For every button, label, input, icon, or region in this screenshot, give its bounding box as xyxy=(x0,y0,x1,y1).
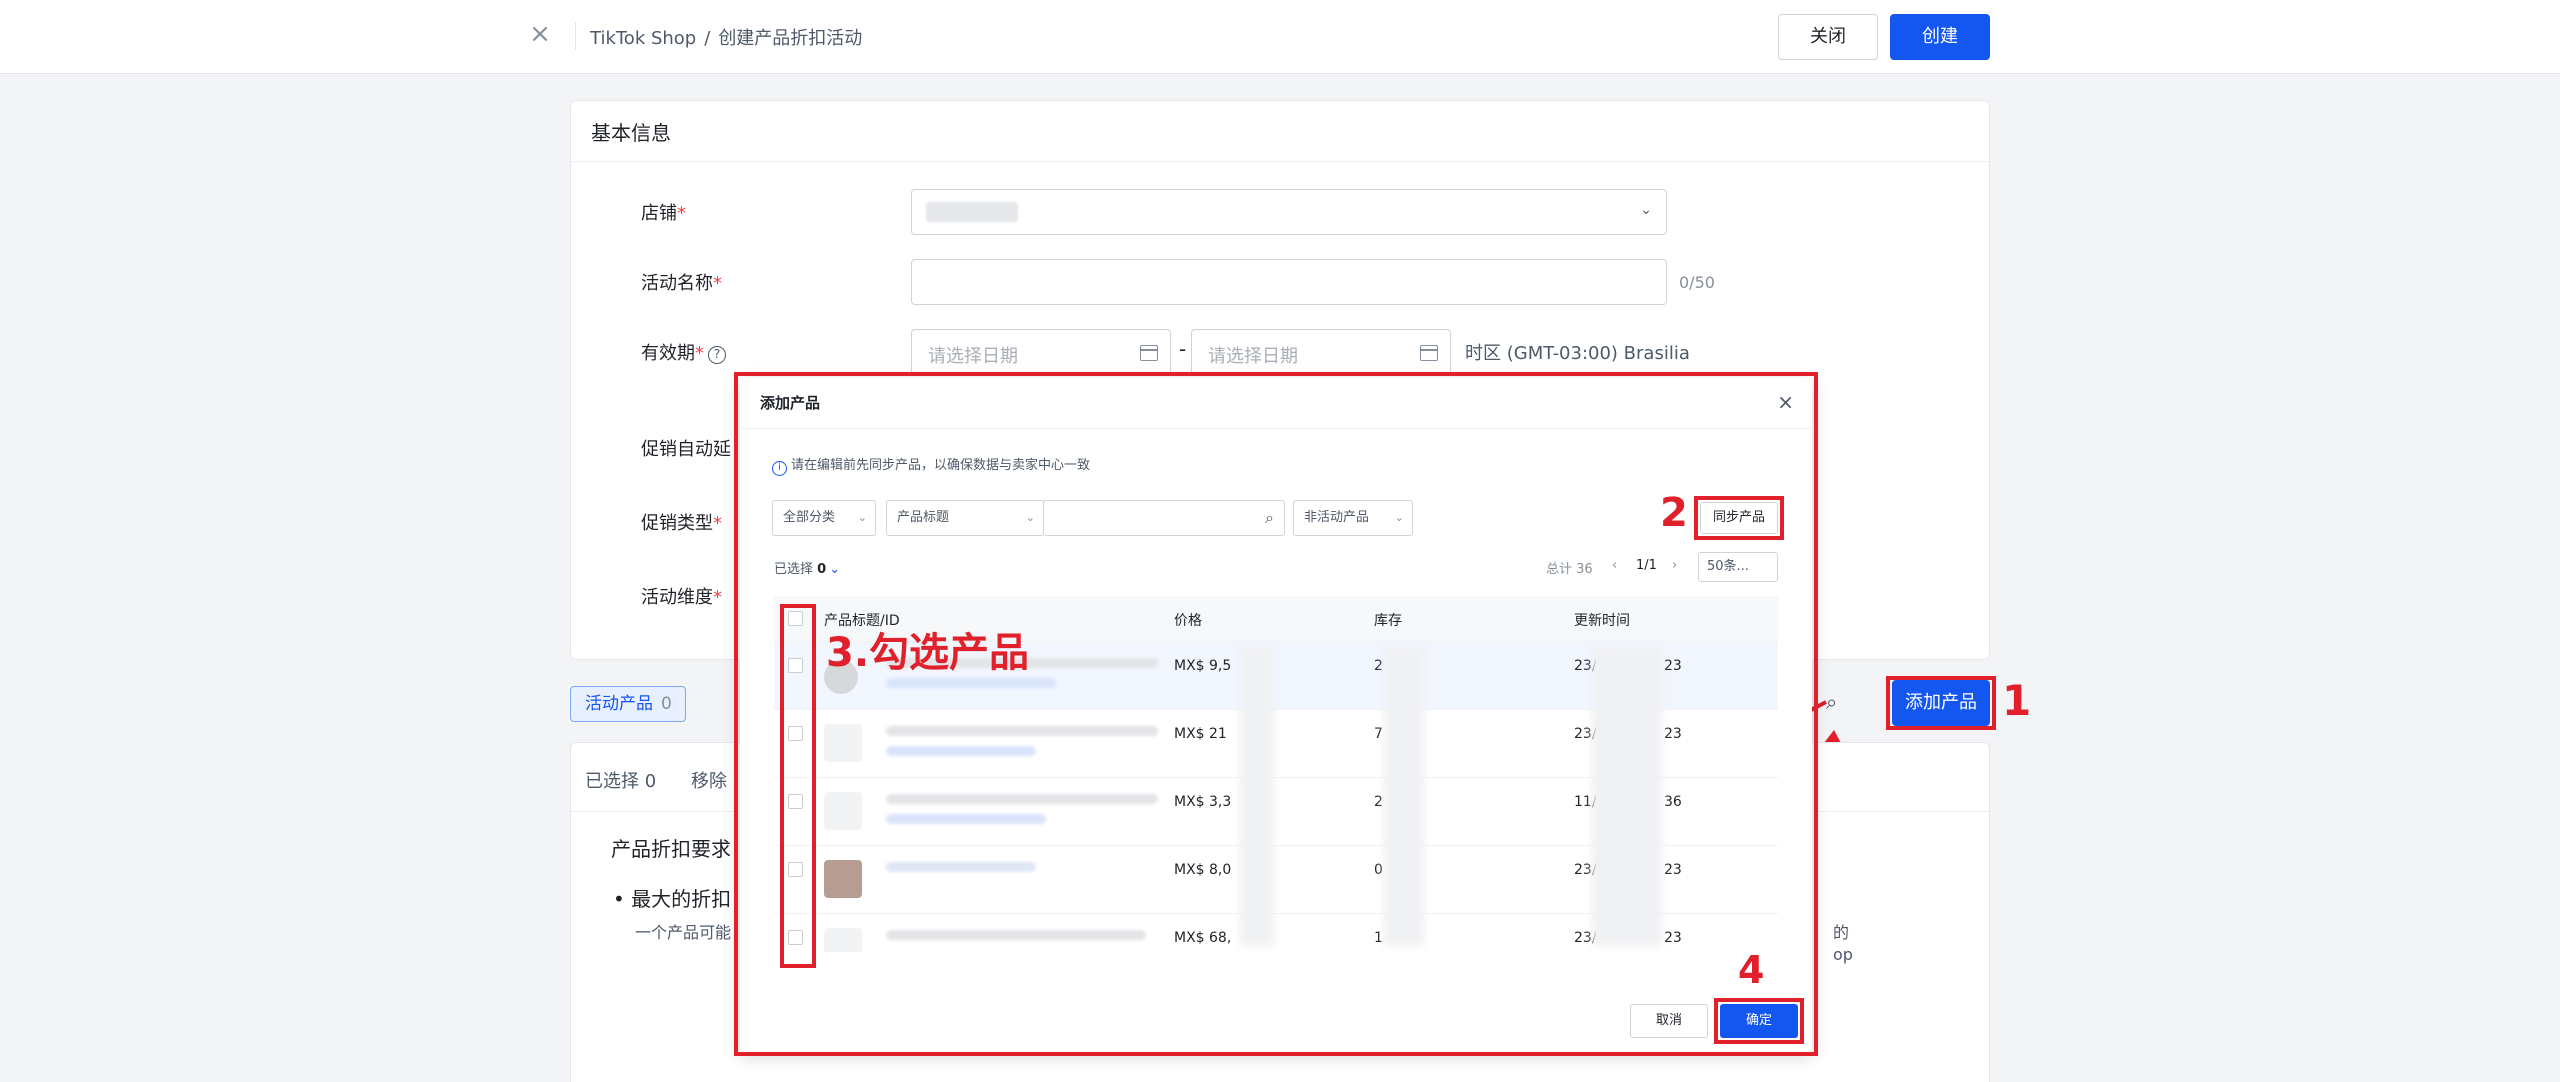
bullet-text: 最大的折扣 xyxy=(631,887,732,911)
chevron-down-icon: ⌄ xyxy=(1640,202,1652,218)
top-bar: × TikTok Shop / 创建产品折扣活动 关闭 创建 xyxy=(0,0,2560,74)
validity-label-text: 有效期 xyxy=(641,343,695,364)
close-button[interactable]: 关闭 xyxy=(1778,14,1878,60)
activity-name-label-text: 活动名称 xyxy=(641,273,713,294)
breadcrumb-current: 创建产品折扣活动 xyxy=(718,28,863,49)
timezone-text: 时区 (GMT-03:00) Brasilia xyxy=(1465,343,1690,364)
date-start-input[interactable]: 请选择日期 xyxy=(911,329,1171,375)
section-title: 基本信息 xyxy=(591,121,671,145)
dimension-label-text: 活动维度 xyxy=(641,587,713,608)
tab-label: 活动产品 xyxy=(585,694,653,714)
required-mark: * xyxy=(695,343,704,364)
activity-name-input[interactable] xyxy=(911,259,1667,305)
divider xyxy=(575,22,576,50)
calendar-icon xyxy=(1420,345,1438,361)
requirement-fragment: op xyxy=(1833,945,1853,964)
requirement-subtext: 一个产品可能 xyxy=(635,923,732,942)
annotation-frame-add xyxy=(1886,676,1996,730)
selected-text: 已选择 0 xyxy=(585,767,656,793)
create-button[interactable]: 创建 xyxy=(1890,14,1990,60)
breadcrumb: TikTok Shop / 创建产品折扣活动 xyxy=(590,24,862,50)
activity-name-counter: 0/50 xyxy=(1679,273,1715,292)
breadcrumb-root[interactable]: TikTok Shop xyxy=(590,28,696,49)
tab-activity-products[interactable]: 活动产品 0 xyxy=(570,686,686,722)
annotation-frame-modal xyxy=(734,372,1818,1056)
required-mark: * xyxy=(713,513,722,534)
activity-name-label: 活动名称* xyxy=(641,269,722,295)
date-end-input[interactable]: 请选择日期 xyxy=(1191,329,1451,375)
promo-type-label: 促销类型* xyxy=(641,509,722,535)
store-label: 店铺* xyxy=(641,199,686,225)
store-select[interactable]: ⌄ xyxy=(911,189,1667,235)
blurred-store-name xyxy=(926,202,1018,222)
close-icon[interactable]: × xyxy=(528,21,552,47)
requirement-fragment: 的 xyxy=(1833,923,1850,942)
search-icon[interactable]: ⌕ xyxy=(1826,690,1837,714)
date-start-placeholder: 请选择日期 xyxy=(928,346,1018,367)
requirement-title: 产品折扣要求 xyxy=(611,837,731,861)
annotation-step-1: 1 xyxy=(2002,676,2032,725)
dimension-label: 活动维度* xyxy=(641,583,722,609)
required-mark: * xyxy=(713,587,722,608)
selected-count: 0 xyxy=(644,771,657,792)
required-mark: * xyxy=(713,273,722,294)
date-dash: - xyxy=(1179,337,1187,361)
promo-type-label-text: 促销类型 xyxy=(641,513,713,534)
breadcrumb-separator: / xyxy=(704,28,711,49)
divider xyxy=(571,161,1989,162)
tab-count: 0 xyxy=(661,694,672,714)
required-mark: * xyxy=(677,203,686,224)
selected-prefix: 已选择 xyxy=(585,771,639,792)
store-label-text: 店铺 xyxy=(641,203,677,224)
help-icon[interactable]: ? xyxy=(708,346,726,364)
requirement-bullet: • 最大的折扣 xyxy=(613,887,732,911)
validity-label: 有效期*? xyxy=(641,339,726,365)
date-end-placeholder: 请选择日期 xyxy=(1208,346,1298,367)
calendar-icon xyxy=(1140,345,1158,361)
remove-button[interactable]: 移除 xyxy=(691,767,727,793)
auto-extend-label: 促销自动延 xyxy=(641,439,731,460)
